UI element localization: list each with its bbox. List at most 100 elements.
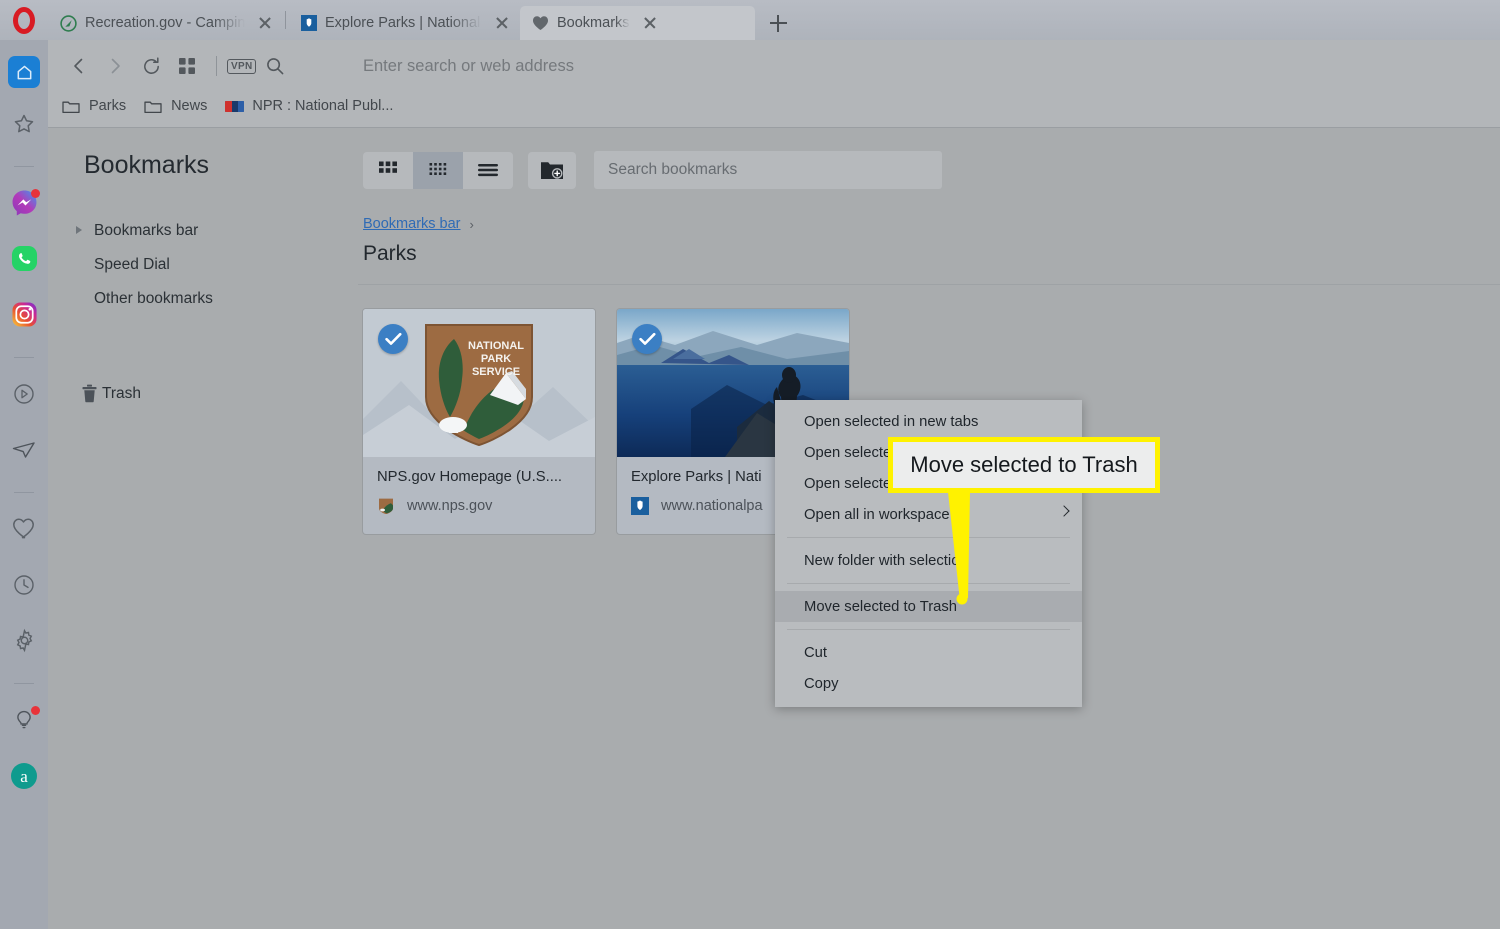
close-icon[interactable] — [253, 11, 277, 35]
menu-item-label: New folder with selection — [804, 552, 968, 569]
view-mode-large-grid[interactable] — [363, 152, 413, 189]
vpn-button[interactable]: VPN — [227, 49, 257, 83]
bookmark-card[interactable]: NATIONAL PARK SERVICE NPS.gov Homepage (… — [363, 309, 595, 534]
tab-divider — [285, 11, 286, 29]
bookmark-label: NPR : National Publ... — [252, 98, 394, 114]
page-title: Bookmarks — [84, 151, 210, 179]
rail-item-bookmarks[interactable] — [8, 515, 40, 547]
recreation-gov-icon — [60, 14, 77, 32]
sidebar-item-trash[interactable]: Trash — [76, 384, 141, 403]
opera-logo[interactable] — [0, 0, 48, 40]
rail-item-whatsapp[interactable] — [8, 245, 40, 277]
tree-label: Other bookmarks — [94, 290, 213, 307]
toolbar-divider — [216, 56, 217, 76]
bookmark-bar-item-npr[interactable]: NPR : National Publ... — [225, 92, 393, 120]
forward-button[interactable] — [98, 49, 132, 83]
rail-item-tips[interactable] — [8, 706, 40, 738]
rail-item-home[interactable] — [8, 56, 40, 88]
chevron-right-icon[interactable] — [76, 226, 82, 234]
new-folder-button[interactable] — [528, 151, 576, 189]
bookmark-label: News — [171, 98, 208, 114]
rail-item-settings[interactable] — [8, 627, 40, 659]
menu-item-cut[interactable]: Cut — [775, 637, 1082, 668]
tab-explore-parks[interactable]: Explore Parks | National Par — [288, 6, 520, 40]
heart-icon — [12, 517, 37, 545]
menu-item-label: Move selected to Trash — [804, 598, 957, 615]
rail-item-history[interactable] — [8, 571, 40, 603]
notification-badge — [31, 189, 40, 198]
view-mode-list[interactable] — [463, 152, 513, 189]
reload-button[interactable] — [134, 49, 168, 83]
home-icon — [8, 56, 40, 88]
close-icon[interactable] — [490, 11, 514, 35]
address-bar[interactable]: Enter search or web address — [363, 46, 574, 86]
browser-window: Recreation.gov - Camping, Explore Parks … — [0, 0, 1500, 929]
close-icon[interactable] — [638, 11, 662, 35]
back-button[interactable] — [62, 49, 96, 83]
telegram-icon — [11, 437, 37, 468]
rail-item-telegram[interactable] — [8, 436, 40, 468]
workspaces-icon[interactable] — [170, 49, 204, 83]
chevron-right-icon — [1058, 505, 1070, 517]
nps-arrowhead-icon: NATIONAL PARK SERVICE — [420, 317, 538, 454]
opera-o-icon — [13, 6, 35, 34]
rail-item-instagram[interactable] — [8, 301, 40, 333]
bookmark-bar-item-news[interactable]: News — [144, 92, 207, 120]
selection-checkmark-icon[interactable] — [378, 324, 408, 354]
menu-item-open-selected-in-new-tabs[interactable]: Open selected in new tabs — [775, 406, 1082, 437]
whatsapp-icon — [11, 245, 38, 277]
bookmark-thumbnail: NATIONAL PARK SERVICE — [363, 309, 595, 457]
bookmarks-sidebar: Bookmarks Bookmarks bar Speed Dial Other… — [48, 129, 358, 929]
browser-chrome: VPN Enter search or web address Parks Ne… — [48, 40, 1500, 128]
sidebar-item-bookmarks-bar[interactable]: Bookmarks bar — [76, 214, 336, 248]
menu-item-copy[interactable]: Copy — [775, 668, 1082, 699]
play-circle-icon — [12, 382, 36, 411]
menu-separator — [787, 629, 1070, 630]
address-placeholder: Enter search or web address — [363, 56, 574, 75]
sidebar-item-speed-dial[interactable]: Speed Dial — [76, 248, 336, 282]
bookmarks-tree: Bookmarks bar Speed Dial Other bookmarks — [76, 214, 336, 316]
rail-item-favorites[interactable] — [8, 110, 40, 142]
menu-item-move-selected-to-trash[interactable]: Move selected to Trash — [775, 591, 1082, 622]
menu-item-label: Copy — [804, 675, 839, 692]
npr-icon — [225, 100, 245, 112]
menu-item-label: Open selected in new tabs — [804, 413, 979, 430]
nps-shield-icon — [300, 15, 317, 32]
view-mode-group — [363, 151, 513, 189]
svg-text:NATIONAL: NATIONAL — [468, 340, 524, 352]
tab-recreation-gov[interactable]: Recreation.gov - Camping, — [48, 6, 283, 40]
navigation-toolbar: VPN — [62, 46, 294, 86]
tab-bar: Recreation.gov - Camping, Explore Parks … — [0, 0, 1500, 40]
sidebar-item-other-bookmarks[interactable]: Other bookmarks — [76, 282, 336, 316]
bookmark-url-row: www.nps.gov — [377, 497, 581, 515]
view-mode-small-grid[interactable] — [413, 151, 463, 189]
tab-bookmarks[interactable]: Bookmarks — [520, 6, 755, 40]
bookmarks-toolbar: Search bookmarks — [363, 151, 942, 189]
bookmark-label: Parks — [89, 98, 127, 114]
search-icon[interactable] — [258, 49, 292, 83]
rail-item-amazon[interactable]: a — [8, 762, 40, 794]
bookmark-card-meta: NPS.gov Homepage (U.S.... www.nps.gov — [363, 457, 595, 515]
selection-checkmark-icon[interactable] — [632, 324, 662, 354]
nps-arrowhead-icon — [377, 497, 395, 515]
bookmark-bar-item-parks[interactable]: Parks — [62, 92, 126, 120]
folder-title: Parks — [363, 242, 417, 265]
bookmark-url: www.nps.gov — [407, 498, 493, 514]
clock-icon — [12, 573, 36, 602]
menu-item-new-folder-with-selection[interactable]: New folder with selection — [775, 545, 1082, 576]
svg-text:a: a — [20, 767, 28, 786]
trash-label: Trash — [102, 384, 142, 402]
tree-label: Bookmarks bar — [94, 222, 199, 239]
new-tab-button[interactable] — [761, 6, 795, 40]
rail-divider — [14, 357, 34, 358]
rail-divider — [14, 166, 34, 167]
rail-item-messenger[interactable] — [8, 189, 40, 221]
vpn-label: VPN — [227, 58, 257, 74]
rail-item-player[interactable] — [8, 380, 40, 412]
star-icon — [12, 112, 36, 141]
search-bookmarks-input[interactable]: Search bookmarks — [594, 151, 942, 189]
notification-badge — [31, 706, 40, 715]
menu-item-open-all-in-workspace[interactable]: Open all in workspace — [775, 499, 1082, 530]
breadcrumb-link-bookmarks-bar[interactable]: Bookmarks bar — [363, 216, 461, 232]
bookmark-url: www.nationalpa — [661, 498, 763, 514]
